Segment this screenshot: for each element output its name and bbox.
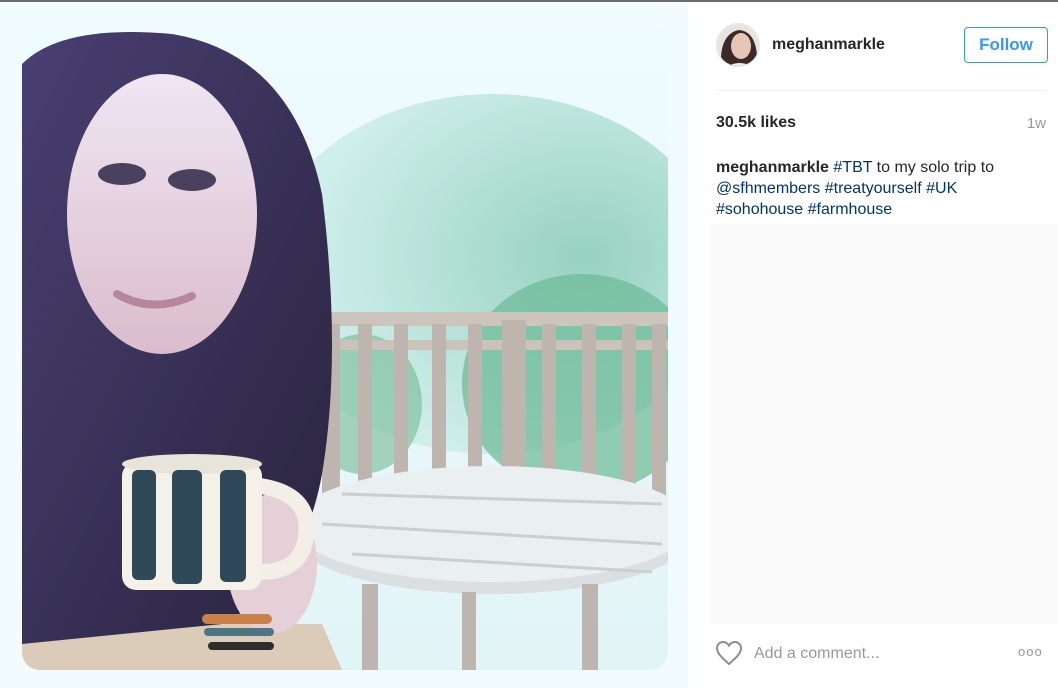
header-divider bbox=[716, 90, 1046, 91]
post-sidebar: meghanmarkle Follow 30.5k likes 1w megha… bbox=[688, 2, 1058, 688]
ellipsis-icon[interactable]: ooo bbox=[1018, 644, 1048, 662]
avatar-image bbox=[717, 24, 759, 66]
photo-pane bbox=[0, 2, 688, 688]
hashtag-uk[interactable]: #UK bbox=[926, 180, 957, 197]
mention-sfhmembers[interactable]: @sfhmembers bbox=[716, 180, 820, 197]
comment-input[interactable] bbox=[754, 640, 994, 668]
comments-area bbox=[710, 224, 1058, 624]
avatar[interactable] bbox=[716, 23, 760, 67]
hashtag-treatyourself[interactable]: #treatyourself bbox=[825, 180, 922, 197]
hashtag-farmhouse[interactable]: #farmhouse bbox=[808, 201, 893, 218]
caption-username[interactable]: meghanmarkle bbox=[716, 159, 829, 176]
post-time[interactable]: 1w bbox=[1027, 115, 1046, 132]
follow-button[interactable]: Follow bbox=[964, 27, 1048, 63]
post-caption: meghanmarkle #TBT to my solo trip to @sf… bbox=[716, 157, 1036, 220]
post-photo[interactable] bbox=[22, 24, 668, 670]
caption-text: to my solo trip to bbox=[872, 159, 995, 176]
hashtag-tbt[interactable]: #TBT bbox=[833, 159, 872, 176]
post-header: meghanmarkle Follow bbox=[688, 2, 1058, 90]
heart-outline-icon[interactable] bbox=[715, 640, 743, 666]
post-photo-image bbox=[22, 24, 668, 670]
comment-bar: ooo bbox=[688, 632, 1058, 678]
likes-count[interactable]: 30.5k likes bbox=[716, 114, 796, 132]
username-link[interactable]: meghanmarkle bbox=[772, 36, 885, 54]
hashtag-sohohouse[interactable]: #sohohouse bbox=[716, 201, 803, 218]
